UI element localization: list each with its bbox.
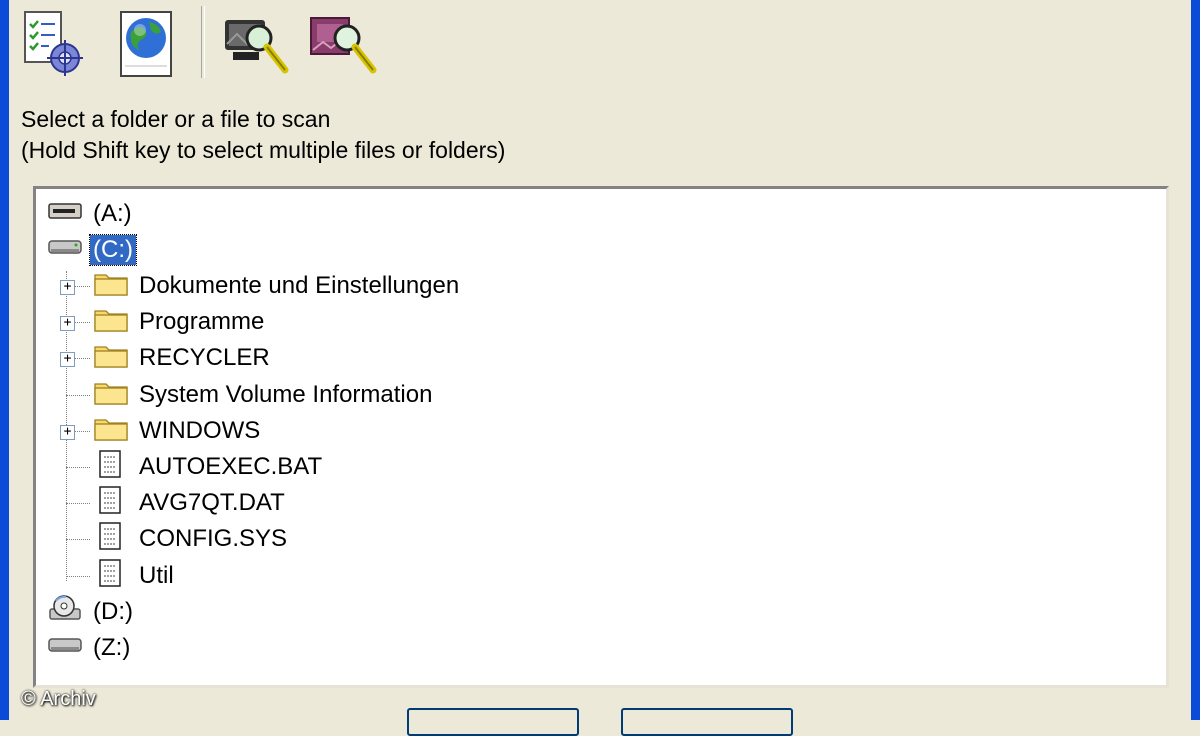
- tree-item-file[interactable]: Util: [94, 558, 177, 594]
- tree-item-drive-z[interactable]: (Z:): [48, 633, 133, 663]
- expand-button[interactable]: +: [60, 280, 75, 295]
- scan-computer-icon: [225, 20, 289, 74]
- file-label: CONFIG.SYS: [139, 525, 288, 552]
- scan-computer-button[interactable]: [219, 4, 291, 80]
- instruction-text: Select a folder or a file to scan: [21, 106, 331, 132]
- expand-button[interactable]: +: [60, 352, 75, 367]
- tree-connector-line: [66, 395, 90, 396]
- tree-connector-line: [66, 467, 90, 468]
- window-border-left: [0, 0, 9, 720]
- drive-label: (D:): [93, 598, 133, 625]
- window-border-right: [1191, 0, 1200, 720]
- network-drive-icon: [48, 634, 82, 663]
- tree-connector-line: [66, 539, 90, 540]
- folder-label: RECYCLER: [139, 344, 270, 371]
- hard-drive-icon: [48, 236, 82, 265]
- folder-icon: [94, 379, 128, 412]
- toolbar: [19, 0, 439, 86]
- tree-item-folder[interactable]: WINDOWS: [94, 416, 263, 446]
- dialog-button-right[interactable]: [621, 708, 793, 736]
- scan-settings-button[interactable]: [19, 4, 91, 80]
- folder-label: WINDOWS: [139, 417, 261, 444]
- tree-item-file[interactable]: CONFIG.SYS: [94, 521, 290, 557]
- folder-icon: [94, 306, 128, 339]
- tree-item-folder[interactable]: RECYCLER: [94, 343, 273, 373]
- cd-drive-icon: [48, 594, 82, 630]
- tree-item-folder[interactable]: System Volume Information: [94, 380, 435, 410]
- tree-item-folder[interactable]: Dokumente und Einstellungen: [94, 271, 462, 301]
- toolbar-separator: [201, 6, 205, 78]
- tree-connector-line: [66, 503, 90, 504]
- tree-item-drive-a[interactable]: (A:): [48, 199, 135, 229]
- expand-button[interactable]: +: [60, 425, 75, 440]
- folder-tree[interactable]: (A:) (C:) + Dokumente und Einstellungen …: [33, 186, 1169, 688]
- tree-connector-line: [66, 576, 90, 577]
- tree-item-drive-d[interactable]: (D:): [48, 594, 136, 630]
- expand-button[interactable]: +: [60, 316, 75, 331]
- tree-item-file[interactable]: AUTOEXEC.BAT: [94, 449, 325, 485]
- drive-label: (A:): [93, 200, 132, 227]
- file-label: AUTOEXEC.BAT: [139, 453, 323, 480]
- file-label: Util: [139, 562, 174, 589]
- drive-label: (C:): [89, 234, 137, 266]
- scan-selected-icon: [310, 17, 377, 74]
- drive-label: (Z:): [93, 634, 131, 661]
- folder-label: Programme: [139, 308, 265, 335]
- folder-label: Dokumente und Einstellungen: [139, 272, 460, 299]
- file-icon: [94, 558, 128, 594]
- folder-icon: [94, 270, 128, 303]
- scan-settings-icon: [24, 11, 83, 76]
- folder-label: System Volume Information: [139, 381, 433, 408]
- file-icon: [94, 449, 128, 485]
- file-icon: [94, 485, 128, 521]
- floppy-drive-icon: [48, 200, 82, 229]
- tree-item-file[interactable]: AVG7QT.DAT: [94, 485, 288, 521]
- scan-dialog: Select a folder or a file to scan (Hold …: [9, 0, 1191, 736]
- instruction-hint: (Hold Shift key to select multiple files…: [21, 137, 506, 163]
- tree-item-folder[interactable]: Programme: [94, 307, 267, 337]
- scan-selected-button[interactable]: [307, 4, 379, 80]
- folder-icon: [94, 342, 128, 375]
- dialog-button-left[interactable]: [407, 708, 579, 736]
- web-update-button[interactable]: [111, 4, 183, 80]
- folder-icon: [94, 415, 128, 448]
- tree-item-drive-c[interactable]: (C:): [48, 234, 137, 266]
- file-icon: [94, 521, 128, 557]
- copyright-watermark: © Archiv: [21, 688, 96, 710]
- file-label: AVG7QT.DAT: [139, 489, 285, 516]
- web-update-icon: [120, 11, 172, 77]
